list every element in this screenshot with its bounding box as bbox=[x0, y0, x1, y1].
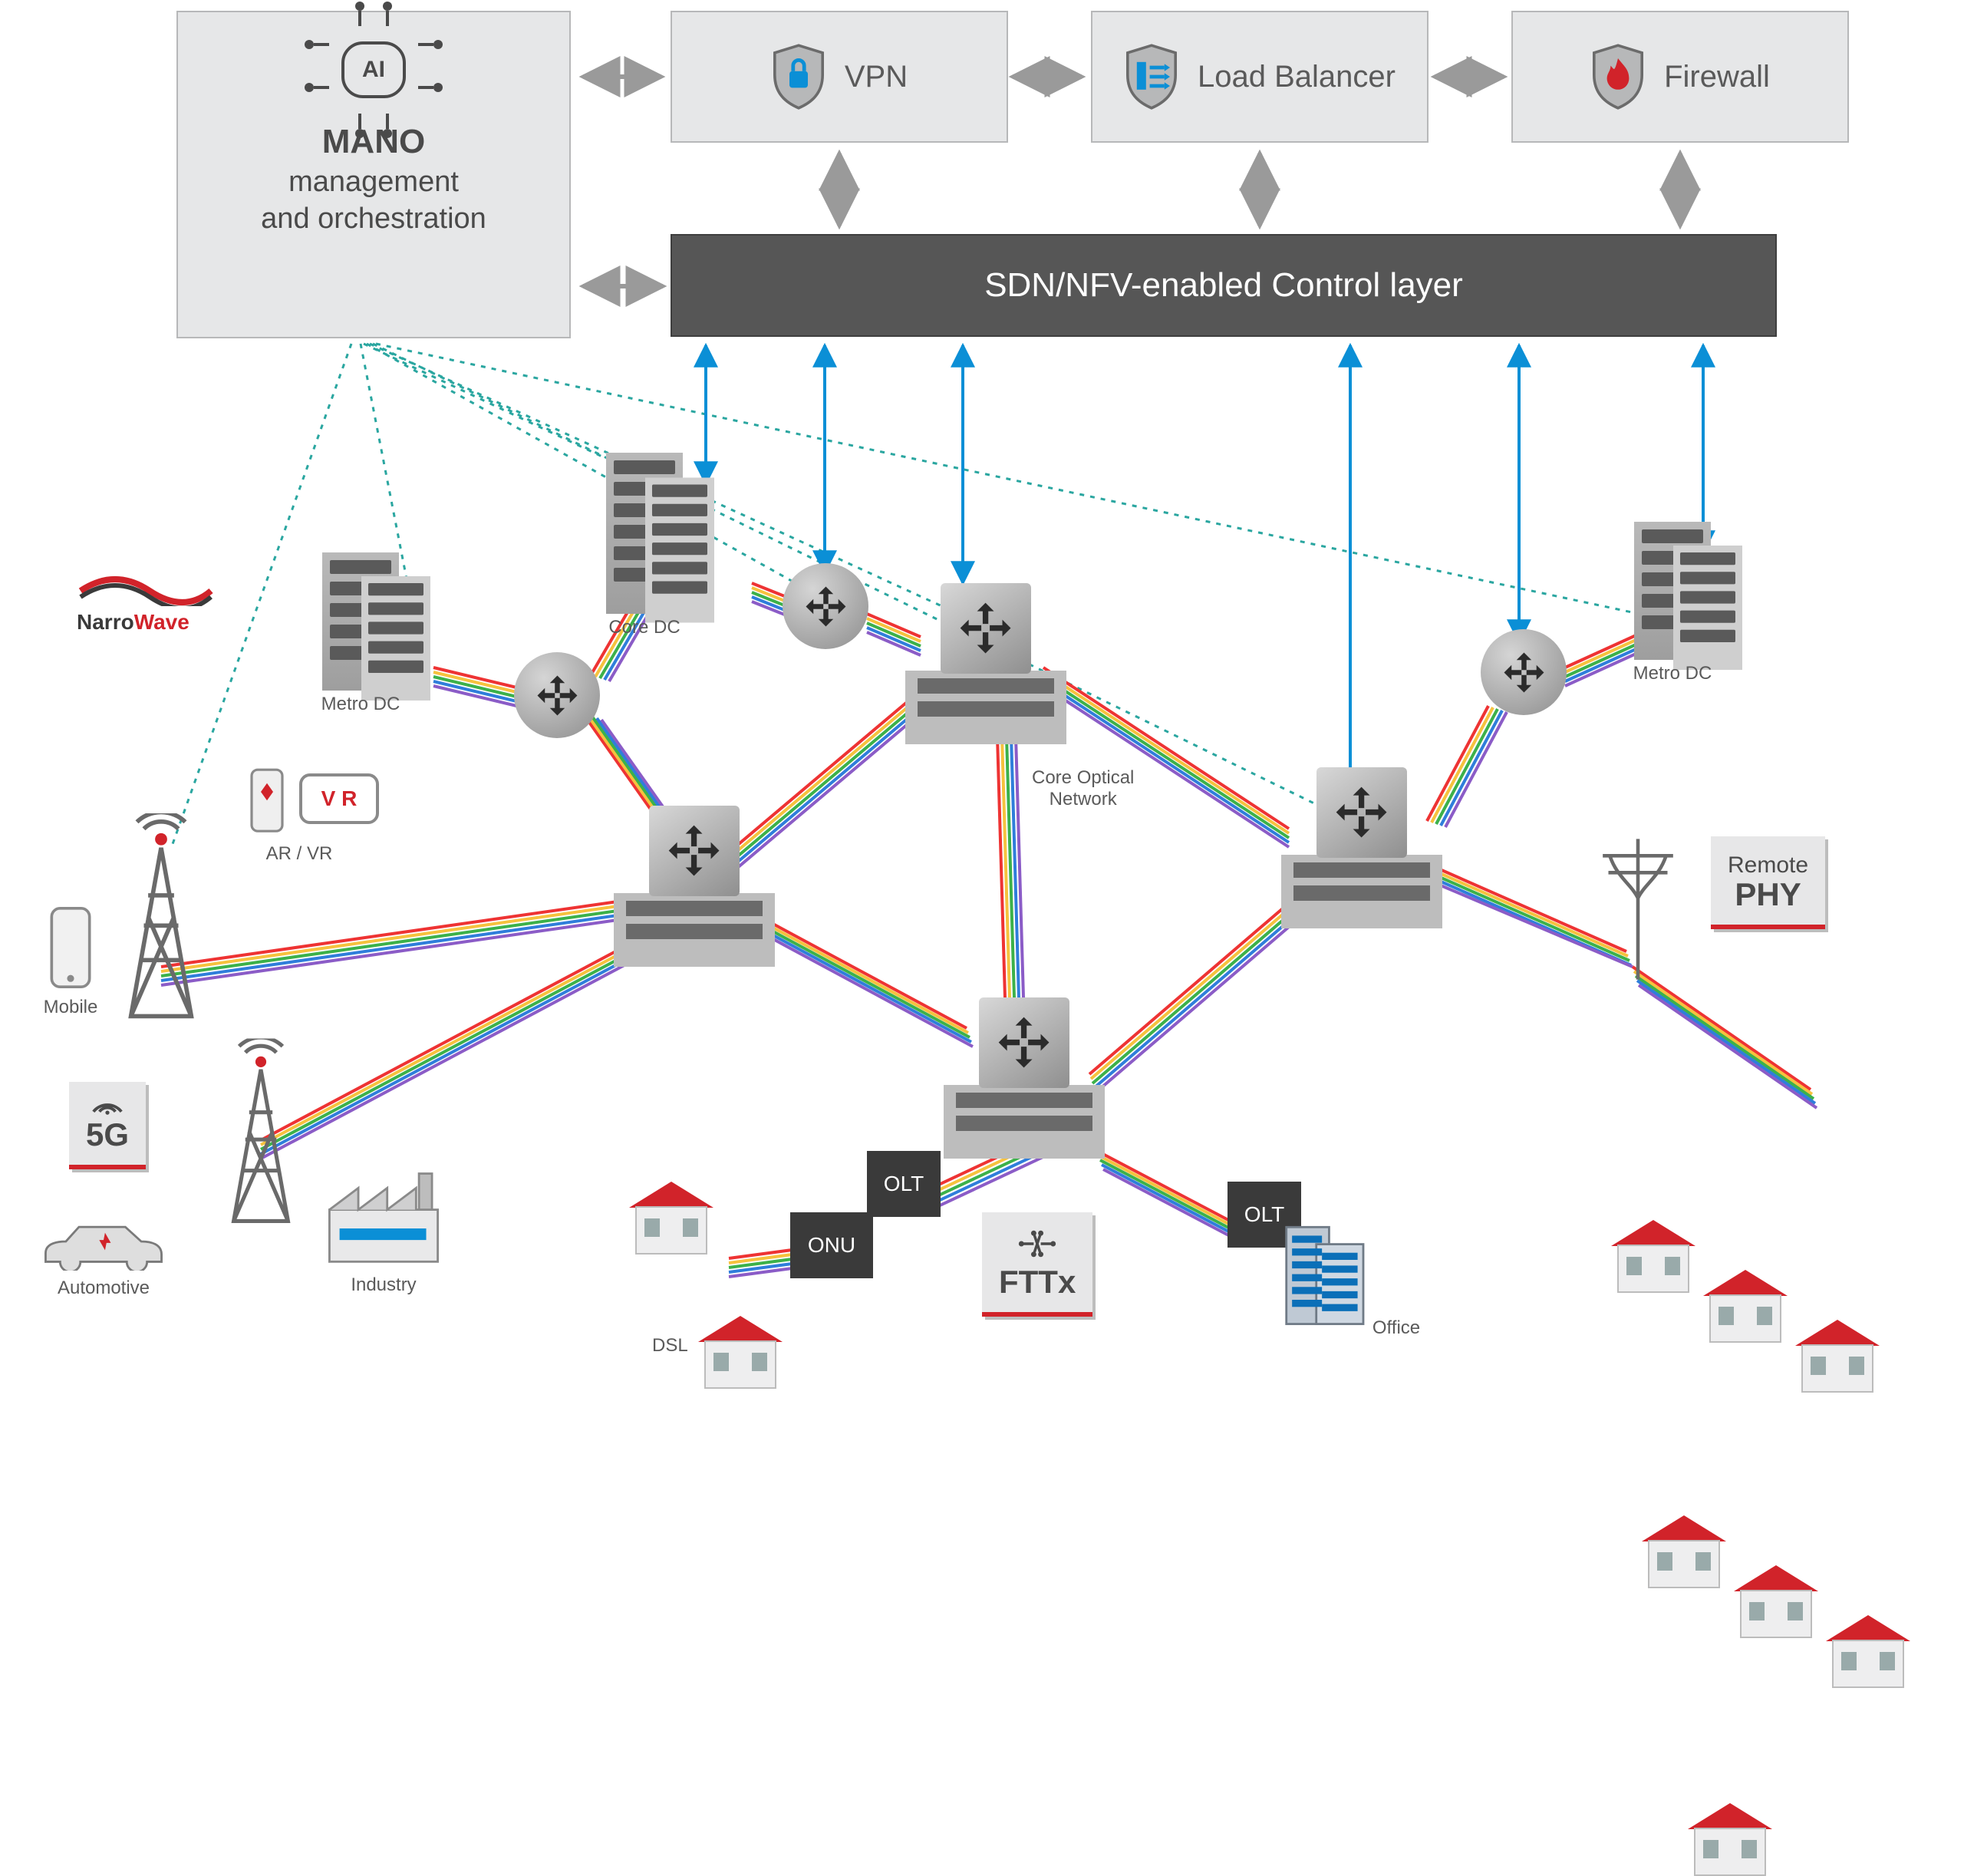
control-layer: SDN/NFV-enabled Control layer bbox=[671, 234, 1777, 337]
ai-icon: AI bbox=[328, 28, 420, 112]
house-icon bbox=[1642, 1515, 1726, 1588]
car-icon: Automotive bbox=[38, 1212, 169, 1274]
house-icon bbox=[698, 1316, 783, 1389]
router-icon bbox=[1481, 629, 1567, 715]
shield-lb-icon bbox=[1124, 43, 1179, 110]
house-icon bbox=[1611, 1220, 1695, 1293]
fttx-card: FTTx bbox=[982, 1212, 1092, 1317]
fw-panel: Firewall bbox=[1511, 11, 1849, 143]
mobile-icon: Mobile bbox=[46, 905, 95, 994]
house-icon bbox=[1734, 1565, 1818, 1638]
lb-label: Load Balancer bbox=[1198, 60, 1396, 94]
router-icon bbox=[514, 652, 600, 738]
dsl-label: DSL bbox=[652, 1335, 688, 1357]
shield-lock-icon bbox=[771, 43, 826, 110]
cell-tower-icon bbox=[115, 813, 207, 1020]
core-dc: Core DC bbox=[606, 453, 683, 614]
vpn-label: VPN bbox=[845, 60, 908, 94]
shield-fire-icon bbox=[1590, 43, 1646, 110]
house-icon bbox=[1688, 1803, 1772, 1876]
house-icon bbox=[1826, 1615, 1910, 1688]
narrowave-logo: NarroWave bbox=[77, 568, 246, 635]
metro-dc-right: Metro DC bbox=[1634, 522, 1711, 660]
metro-dc-left: Metro DC bbox=[322, 552, 399, 691]
arvr-icon: V R AR / VR bbox=[246, 767, 288, 839]
mano-title: MANO bbox=[178, 123, 569, 161]
house-icon bbox=[1795, 1320, 1880, 1393]
mano-subtitle: management and orchestration bbox=[178, 164, 569, 237]
lb-panel: Load Balancer bbox=[1091, 11, 1429, 143]
house-icon bbox=[1703, 1270, 1788, 1343]
remote-phy-card: Remote PHY bbox=[1711, 836, 1825, 929]
mano-panel: AI MANO management and orchestration bbox=[176, 11, 571, 338]
optical-switch bbox=[614, 806, 775, 967]
five-g-card: 5G bbox=[69, 1082, 146, 1169]
core-optical-label: Core Optical Network bbox=[1032, 767, 1134, 810]
optical-switch bbox=[905, 583, 1066, 744]
optical-switch bbox=[944, 997, 1105, 1159]
office-icon: Office bbox=[1274, 1212, 1373, 1331]
house-icon bbox=[629, 1182, 713, 1255]
vpn-panel: VPN bbox=[671, 11, 1008, 143]
utility-pole-icon bbox=[1596, 829, 1680, 994]
optical-switch bbox=[1281, 767, 1442, 928]
factory-icon: Industry bbox=[322, 1166, 445, 1271]
cell-tower-icon bbox=[219, 1039, 302, 1225]
onu-box: ONU bbox=[790, 1212, 873, 1278]
olt-box: OLT bbox=[867, 1151, 941, 1217]
router-icon bbox=[783, 563, 868, 649]
fw-label: Firewall bbox=[1664, 60, 1770, 94]
